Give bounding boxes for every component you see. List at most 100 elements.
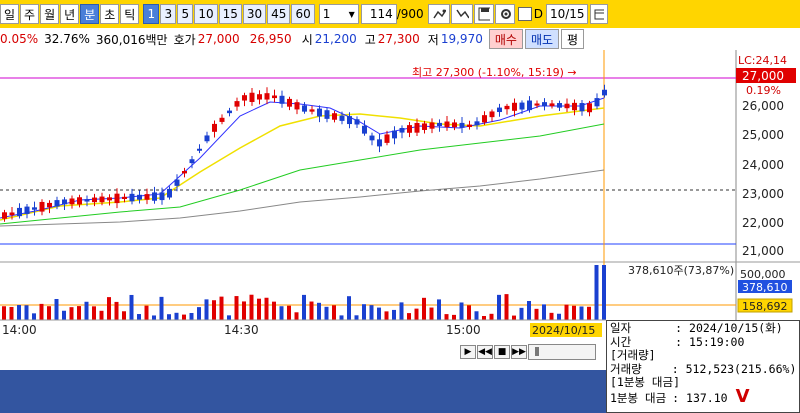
candle-body bbox=[189, 159, 195, 164]
quote-bar: 0.05% 32.76% 360,016백만 호가 27,000 26,950 … bbox=[0, 28, 800, 51]
candle-body bbox=[204, 135, 210, 142]
gear-icon[interactable] bbox=[494, 4, 515, 24]
volume-bar bbox=[272, 301, 276, 320]
candle-body bbox=[69, 198, 75, 205]
info-amount-header: [1분봉 대금] bbox=[610, 375, 681, 389]
time-tick-1430: 14:30 bbox=[224, 323, 259, 337]
time-tick-1400: 14:00 bbox=[2, 323, 37, 337]
interval-5-button[interactable]: 5 bbox=[177, 4, 194, 24]
volume-bar bbox=[527, 301, 531, 320]
volume-bar bbox=[129, 294, 134, 320]
info-volume-value: : 512,523(215.66%) bbox=[671, 361, 797, 376]
candle-body bbox=[557, 103, 562, 108]
save-icon[interactable] bbox=[473, 4, 494, 24]
interval-3-button[interactable]: 3 bbox=[160, 4, 177, 24]
interval-1-button[interactable]: 1 bbox=[143, 4, 160, 24]
play-icon[interactable]: ▶ bbox=[460, 345, 476, 359]
candle-body bbox=[542, 102, 547, 107]
interval-60-button[interactable]: 60 bbox=[291, 4, 315, 24]
forward-icon[interactable]: ▶▶ bbox=[511, 345, 527, 359]
volume-bar bbox=[504, 294, 509, 320]
cursor-time-label: 2024/10/15 bbox=[532, 324, 595, 337]
volume-bar bbox=[399, 302, 404, 320]
period-tick-button[interactable]: 틱 bbox=[120, 4, 140, 24]
date-value: 10/15 bbox=[549, 7, 585, 21]
candle-body bbox=[324, 110, 330, 119]
period-buttons: 일 주 월 년 분 초 틱 bbox=[0, 4, 140, 24]
zoom-in-icon[interactable] bbox=[427, 4, 450, 24]
buy-button[interactable]: 매수 bbox=[488, 29, 523, 49]
period-week-button[interactable]: 주 bbox=[20, 4, 40, 24]
volume-bar bbox=[512, 315, 516, 320]
candle-body bbox=[399, 127, 405, 133]
volume-bar bbox=[152, 315, 156, 320]
info-date-label: 일자 bbox=[610, 321, 632, 335]
candle-body bbox=[504, 105, 510, 110]
chevron-down-icon: ▼ bbox=[348, 9, 355, 19]
candle-body bbox=[39, 201, 45, 212]
unit-select[interactable]: 1 ▼ bbox=[318, 4, 359, 24]
candle-body bbox=[197, 148, 202, 151]
volume-bar bbox=[287, 305, 291, 320]
d-checkbox-label: D bbox=[533, 7, 543, 21]
period-day-button[interactable]: 일 bbox=[0, 4, 20, 24]
rewind-icon[interactable]: ◀◀ bbox=[477, 345, 493, 359]
volume-bar bbox=[227, 315, 231, 320]
info-amount-value: : 137.10 bbox=[672, 390, 728, 405]
candle-body bbox=[497, 107, 502, 113]
candle-body bbox=[437, 122, 442, 127]
interval-15-button[interactable]: 15 bbox=[218, 4, 242, 24]
sell-button[interactable]: 매도 bbox=[524, 29, 560, 49]
period-month-button[interactable]: 월 bbox=[40, 4, 60, 24]
period-second-button[interactable]: 초 bbox=[100, 4, 120, 24]
calendar-icon[interactable] bbox=[589, 4, 608, 24]
zoom-out-icon[interactable] bbox=[450, 4, 473, 24]
interval-10-button[interactable]: 10 bbox=[194, 4, 218, 24]
low-price: 19,970 bbox=[440, 32, 483, 46]
candle-body bbox=[242, 95, 247, 101]
eval-button[interactable]: 평 bbox=[561, 29, 585, 49]
volume-bar bbox=[429, 307, 434, 320]
stop-icon[interactable]: ■ bbox=[494, 345, 510, 359]
period-year-button[interactable]: 년 bbox=[60, 4, 80, 24]
crosshair-info-box: 일자: 2024/10/15(화) 시간: 15:19:00 [거래량] 거래량… bbox=[606, 320, 800, 413]
period-minute-button[interactable]: 분 bbox=[80, 4, 100, 24]
d-checkbox[interactable] bbox=[517, 7, 532, 21]
volume-bar bbox=[9, 306, 14, 320]
current-change: 0.19% bbox=[746, 84, 781, 97]
price-tick-25000: 25,000 bbox=[742, 128, 784, 142]
scroll-slider[interactable] bbox=[528, 344, 596, 360]
volume-bar bbox=[377, 307, 381, 320]
volume-bar bbox=[467, 305, 471, 320]
candle-body bbox=[452, 122, 457, 128]
volume-bar bbox=[174, 312, 179, 320]
candle-body bbox=[339, 115, 345, 121]
slider-handle[interactable] bbox=[535, 347, 539, 356]
price-tick-26000: 26,000 bbox=[742, 99, 784, 113]
candle-body bbox=[384, 134, 390, 143]
candle-body bbox=[279, 95, 285, 104]
candle-body bbox=[62, 199, 67, 205]
volume-bar bbox=[92, 306, 96, 320]
volume-bar bbox=[264, 297, 269, 320]
volume-bar bbox=[489, 313, 494, 320]
volume-bar bbox=[294, 312, 299, 320]
candle-body bbox=[534, 103, 540, 106]
candle-body bbox=[17, 207, 22, 217]
candle-body bbox=[549, 103, 555, 107]
candle-body bbox=[377, 139, 382, 147]
date-input[interactable]: 10/15 bbox=[545, 4, 588, 24]
bottom-panel bbox=[0, 370, 606, 413]
interval-45-button[interactable]: 45 bbox=[267, 4, 291, 24]
candle-body bbox=[167, 188, 172, 198]
volume-bar bbox=[414, 308, 419, 320]
price-tick-21000: 21,000 bbox=[742, 244, 784, 258]
count-input[interactable]: 114 bbox=[360, 4, 397, 24]
bid-label: 호가 bbox=[173, 32, 196, 47]
playback-controls: ▶ ◀◀ ■ ▶▶ bbox=[460, 344, 596, 360]
interval-30-button[interactable]: 30 bbox=[242, 4, 267, 24]
volume-bar bbox=[534, 308, 539, 320]
candle-body bbox=[362, 125, 367, 134]
volume-bar bbox=[144, 305, 149, 320]
volume-bar bbox=[242, 301, 246, 320]
